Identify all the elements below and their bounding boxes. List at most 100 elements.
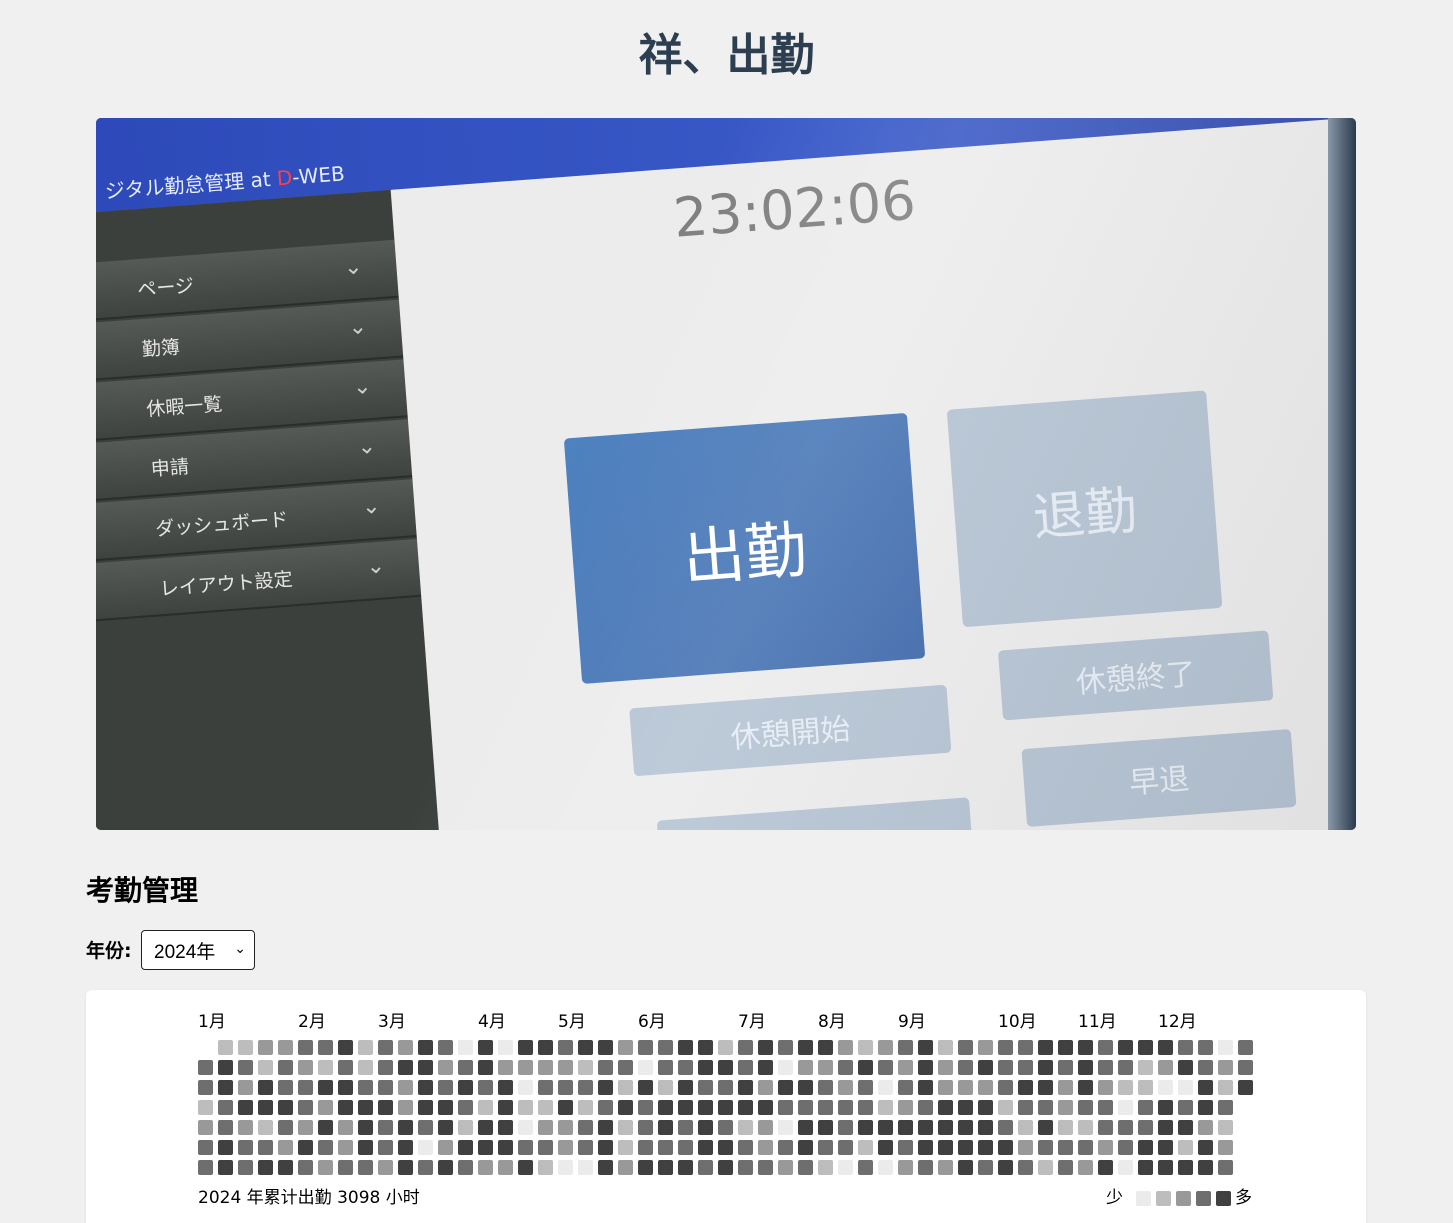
heatmap-cell[interactable]: [458, 1120, 473, 1135]
heatmap-cell[interactable]: [1218, 1040, 1233, 1055]
heatmap-cell[interactable]: [818, 1160, 833, 1175]
heatmap-cell[interactable]: [738, 1080, 753, 1095]
heatmap-cell[interactable]: [678, 1080, 693, 1095]
heatmap-cell[interactable]: [898, 1080, 913, 1095]
heatmap-cell[interactable]: [1198, 1140, 1213, 1155]
heatmap-cell[interactable]: [478, 1100, 493, 1115]
heatmap-cell[interactable]: [478, 1140, 493, 1155]
heatmap-cell[interactable]: [498, 1060, 513, 1075]
heatmap-cell[interactable]: [558, 1100, 573, 1115]
heatmap-cell[interactable]: [778, 1160, 793, 1175]
heatmap-cell[interactable]: [398, 1160, 413, 1175]
heatmap-cell[interactable]: [818, 1120, 833, 1135]
heatmap-cell[interactable]: [1218, 1140, 1233, 1155]
heatmap-cell[interactable]: [1118, 1120, 1133, 1135]
heatmap-cell[interactable]: [878, 1040, 893, 1055]
heatmap-cell[interactable]: [998, 1160, 1013, 1175]
heatmap-cell[interactable]: [718, 1040, 733, 1055]
heatmap-cell[interactable]: [1198, 1060, 1213, 1075]
heatmap-cell[interactable]: [518, 1160, 533, 1175]
heatmap-cell[interactable]: [578, 1080, 593, 1095]
heatmap-cell[interactable]: [618, 1160, 633, 1175]
heatmap-cell[interactable]: [578, 1140, 593, 1155]
heatmap-cell[interactable]: [318, 1140, 333, 1155]
heatmap-cell[interactable]: [1118, 1100, 1133, 1115]
heatmap-cell[interactable]: [838, 1120, 853, 1135]
heatmap-cell[interactable]: [1158, 1140, 1173, 1155]
heatmap-cell[interactable]: [718, 1080, 733, 1095]
heatmap-cell[interactable]: [378, 1080, 393, 1095]
heatmap-cell[interactable]: [618, 1080, 633, 1095]
heatmap-cell[interactable]: [718, 1120, 733, 1135]
heatmap-cell[interactable]: [978, 1040, 993, 1055]
heatmap-cell[interactable]: [1018, 1060, 1033, 1075]
heatmap-cell[interactable]: [258, 1060, 273, 1075]
heatmap-cell[interactable]: [1098, 1140, 1113, 1155]
heatmap-cell[interactable]: [918, 1120, 933, 1135]
heatmap-cell[interactable]: [918, 1040, 933, 1055]
heatmap-cell[interactable]: [438, 1100, 453, 1115]
heatmap-cell[interactable]: [218, 1040, 233, 1055]
heatmap-cell[interactable]: [1058, 1100, 1073, 1115]
heatmap-cell[interactable]: [778, 1060, 793, 1075]
heatmap-cell[interactable]: [978, 1080, 993, 1095]
heatmap-cell[interactable]: [1138, 1140, 1153, 1155]
heatmap-cell[interactable]: [1118, 1140, 1133, 1155]
heatmap-cell[interactable]: [698, 1160, 713, 1175]
heatmap-cell[interactable]: [818, 1100, 833, 1115]
heatmap-cell[interactable]: [758, 1120, 773, 1135]
heatmap-cell[interactable]: [318, 1080, 333, 1095]
heatmap-cell[interactable]: [638, 1040, 653, 1055]
heatmap-cell[interactable]: [258, 1160, 273, 1175]
heatmap-cell[interactable]: [418, 1100, 433, 1115]
heatmap-cell[interactable]: [318, 1040, 333, 1055]
heatmap-cell[interactable]: [678, 1100, 693, 1115]
heatmap-cell[interactable]: [958, 1120, 973, 1135]
heatmap-cell[interactable]: [198, 1160, 213, 1175]
heatmap-cell[interactable]: [318, 1060, 333, 1075]
heatmap-cell[interactable]: [878, 1140, 893, 1155]
heatmap-cell[interactable]: [998, 1040, 1013, 1055]
heatmap-cell[interactable]: [618, 1040, 633, 1055]
heatmap-cell[interactable]: [338, 1100, 353, 1115]
heatmap-cell[interactable]: [458, 1060, 473, 1075]
heatmap-cell[interactable]: [1218, 1100, 1233, 1115]
heatmap-cell[interactable]: [1178, 1140, 1193, 1155]
heatmap-cell[interactable]: [378, 1140, 393, 1155]
heatmap-cell[interactable]: [1078, 1160, 1093, 1175]
heatmap-cell[interactable]: [358, 1160, 373, 1175]
heatmap-cell[interactable]: [198, 1080, 213, 1095]
heatmap-cell[interactable]: [698, 1120, 713, 1135]
heatmap-cell[interactable]: [1078, 1100, 1093, 1115]
heatmap-cell[interactable]: [758, 1040, 773, 1055]
heatmap-cell[interactable]: [458, 1100, 473, 1115]
heatmap-cell[interactable]: [198, 1140, 213, 1155]
heatmap-cell[interactable]: [1138, 1040, 1153, 1055]
heatmap-cell[interactable]: [538, 1060, 553, 1075]
heatmap-cell[interactable]: [1098, 1100, 1113, 1115]
heatmap-cell[interactable]: [278, 1100, 293, 1115]
heatmap-cell[interactable]: [1058, 1080, 1073, 1095]
heatmap-cell[interactable]: [458, 1160, 473, 1175]
heatmap-cell[interactable]: [278, 1140, 293, 1155]
heatmap-cell[interactable]: [298, 1040, 313, 1055]
heatmap-cell[interactable]: [618, 1100, 633, 1115]
heatmap-cell[interactable]: [798, 1040, 813, 1055]
heatmap-cell[interactable]: [558, 1160, 573, 1175]
heatmap-cell[interactable]: [1078, 1140, 1093, 1155]
heatmap-cell[interactable]: [1018, 1040, 1033, 1055]
heatmap-cell[interactable]: [978, 1160, 993, 1175]
heatmap-cell[interactable]: [498, 1160, 513, 1175]
heatmap-cell[interactable]: [638, 1160, 653, 1175]
heatmap-cell[interactable]: [1058, 1140, 1073, 1155]
heatmap-cell[interactable]: [798, 1080, 813, 1095]
heatmap-cell[interactable]: [678, 1160, 693, 1175]
heatmap-cell[interactable]: [738, 1060, 753, 1075]
heatmap-cell[interactable]: [358, 1060, 373, 1075]
heatmap-cell[interactable]: [298, 1120, 313, 1135]
heatmap-cell[interactable]: [518, 1120, 533, 1135]
heatmap-cell[interactable]: [618, 1120, 633, 1135]
heatmap-cell[interactable]: [998, 1140, 1013, 1155]
heatmap-cell[interactable]: [518, 1140, 533, 1155]
heatmap-cell[interactable]: [1078, 1120, 1093, 1135]
